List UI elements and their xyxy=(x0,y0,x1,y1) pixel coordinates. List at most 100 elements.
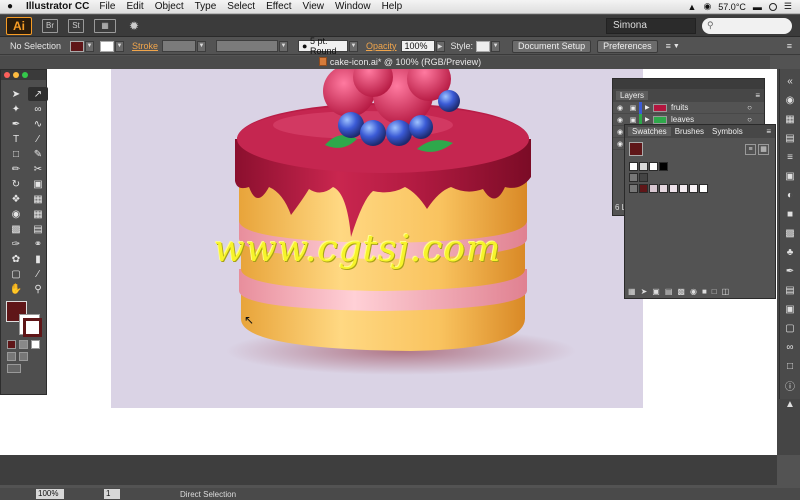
swatch-color[interactable] xyxy=(659,184,668,193)
list-icon[interactable]: ☰ xyxy=(784,1,792,12)
asset-export-icon[interactable]: ▲ xyxy=(783,397,798,411)
zoom-dot-icon[interactable] xyxy=(22,72,28,78)
layers-panel-header[interactable] xyxy=(613,79,764,89)
apple-menu-icon[interactable]: ● xyxy=(0,1,20,12)
menu-object[interactable]: Object xyxy=(155,1,184,12)
menu-edit[interactable]: Edit xyxy=(126,1,143,12)
hand-tool-icon[interactable]: ✋ xyxy=(6,282,26,296)
spotlight-search-icon[interactable] xyxy=(768,2,777,11)
fill-color-swatch[interactable] xyxy=(70,40,84,52)
status-current-tool[interactable]: Direct Selection xyxy=(180,490,236,499)
graphic-styles-icon[interactable]: ▩ xyxy=(783,226,798,240)
symbol-sprayer-tool-icon[interactable]: ✿ xyxy=(6,252,26,266)
zoom-level-field[interactable]: 100% xyxy=(36,489,64,499)
menu-view[interactable]: View xyxy=(302,1,324,12)
swatch-color[interactable] xyxy=(649,184,658,193)
wifi-icon[interactable]: ◉ xyxy=(703,1,711,12)
document-setup-button[interactable]: Document Setup xyxy=(512,39,592,53)
arrange-documents-icon[interactable]: ▦ xyxy=(94,18,116,33)
column-graph-tool-icon[interactable]: ▮ xyxy=(28,252,48,266)
swatch-white[interactable] xyxy=(649,162,658,171)
expand-triangle-icon[interactable]: ▶ xyxy=(645,116,653,123)
stroke-panel-link[interactable]: Stroke xyxy=(132,41,158,51)
rectangle-tool-icon[interactable]: □ xyxy=(6,147,26,161)
drawing-mode-icon[interactable] xyxy=(7,352,16,361)
width-tool-icon[interactable]: ❖ xyxy=(6,192,26,206)
blend-tool-icon[interactable]: ⚭ xyxy=(28,237,48,251)
lock-icon[interactable]: ▣ xyxy=(627,116,639,124)
tab-symbols[interactable]: Symbols xyxy=(708,127,747,136)
fill-stroke-control[interactable] xyxy=(4,301,46,337)
document-title[interactable]: cake-icon.ai* @ 100% (RGB/Preview) xyxy=(0,56,800,69)
preferences-button[interactable]: Preferences xyxy=(597,39,658,53)
swatch-options-icon[interactable]: ▤ xyxy=(665,287,673,296)
lock-icon[interactable]: ▣ xyxy=(627,104,639,112)
gradient-tool-icon[interactable]: ▤ xyxy=(28,222,48,236)
scale-tool-icon[interactable]: ▣ xyxy=(28,177,48,191)
graphic-style-swatch[interactable] xyxy=(476,40,491,52)
minimize-dot-icon[interactable] xyxy=(13,72,19,78)
close-dot-icon[interactable] xyxy=(4,72,10,78)
menu-effect[interactable]: Effect xyxy=(266,1,291,12)
curvature-tool-icon[interactable]: ∿ xyxy=(28,117,48,131)
new-color-group-icon[interactable]: ■ xyxy=(702,287,707,296)
gpu-performance-icon[interactable]: ✹ xyxy=(126,19,142,33)
pathfinder-panel-icon[interactable]: ▣ xyxy=(783,302,798,316)
eyedropper-tool-icon[interactable]: ✑ xyxy=(6,237,26,251)
swatch-gray[interactable] xyxy=(639,173,648,182)
menu-window[interactable]: Window xyxy=(335,1,371,12)
libraries-icon[interactable]: ▤ xyxy=(783,131,798,145)
tools-panel-header[interactable] xyxy=(1,70,46,80)
edit-color-group-icon[interactable]: ◉ xyxy=(690,287,697,296)
style-chevron-icon[interactable]: ▼ xyxy=(491,40,501,52)
tab-swatches[interactable]: Swatches xyxy=(628,127,671,136)
stroke-weight-field[interactable] xyxy=(162,40,197,52)
swatch-folder-icon[interactable] xyxy=(629,184,638,193)
gradient-mode-icon[interactable] xyxy=(19,340,28,349)
layer-name[interactable]: leaves xyxy=(671,115,694,124)
swatch-folder-icon[interactable] xyxy=(629,173,638,182)
line-segment-tool-icon[interactable]: ∕ xyxy=(28,132,48,146)
brush-chevron-icon[interactable]: ▼ xyxy=(349,40,359,52)
direct-selection-tool-icon[interactable]: ↗ xyxy=(28,87,48,101)
collapse-chevron-icon[interactable]: « xyxy=(783,74,798,88)
layers-menu-icon[interactable]: ≡ xyxy=(755,91,760,100)
help-search-input[interactable]: ⚲ xyxy=(702,17,792,34)
notification-icon[interactable]: ▲ xyxy=(688,2,697,12)
pen-tool-icon[interactable]: ✒ xyxy=(6,117,26,131)
brushes-panel-icon[interactable]: ✒ xyxy=(783,264,798,278)
align-panel-icon[interactable]: ▤ xyxy=(783,283,798,297)
align-options-chevron-icon[interactable]: ▼ xyxy=(673,43,680,50)
target-circle-icon[interactable]: ○ xyxy=(747,115,752,124)
zoom-tool-icon[interactable]: ⚲ xyxy=(28,282,48,296)
stroke-color-swatch[interactable] xyxy=(100,40,114,52)
magic-wand-tool-icon[interactable]: ✦ xyxy=(6,102,26,116)
perspective-grid-tool-icon[interactable]: ▦ xyxy=(28,207,48,221)
shape-builder-tool-icon[interactable]: ◉ xyxy=(6,207,26,221)
layer-name[interactable]: fruits xyxy=(671,103,688,112)
active-fill-swatch[interactable] xyxy=(629,142,643,156)
expand-triangle-icon[interactable]: ▶ xyxy=(645,104,653,111)
selection-tool-icon[interactable]: ➤ xyxy=(6,87,26,101)
tab-layers[interactable]: Layers xyxy=(616,91,649,100)
swatch-color[interactable] xyxy=(639,184,648,193)
temperature-readout[interactable]: 57.0°C xyxy=(718,2,746,12)
swatch-black[interactable] xyxy=(659,162,668,171)
stroke-weight-chevron-icon[interactable]: ▼ xyxy=(197,40,207,52)
color-guide-icon[interactable]: ▦ xyxy=(783,112,798,126)
artboard-tool-icon[interactable]: ▢ xyxy=(6,267,26,281)
color-group-icon[interactable]: ▩ xyxy=(677,287,685,296)
place-swatch-icon[interactable]: ➤ xyxy=(641,287,648,296)
pencil-tool-icon[interactable]: ✏ xyxy=(6,162,26,176)
info-panel-icon[interactable]: ⓘ xyxy=(783,378,798,393)
none-mode-icon[interactable] xyxy=(31,340,40,349)
screen-mode-icon[interactable] xyxy=(7,364,21,373)
opacity-panel-link[interactable]: Opacity xyxy=(366,41,397,51)
menu-help[interactable]: Help xyxy=(382,1,403,12)
grid-view-icon[interactable]: ▦ xyxy=(758,143,769,155)
visibility-eye-icon[interactable]: ◉ xyxy=(613,104,627,112)
stroke-panel-icon[interactable]: ≡ xyxy=(783,150,798,164)
visibility-eye-icon[interactable]: ◉ xyxy=(613,116,627,124)
draw-inside-icon[interactable] xyxy=(19,352,28,361)
layer-row[interactable]: ◉ ▣ ▶ fruits ○ xyxy=(613,101,764,114)
